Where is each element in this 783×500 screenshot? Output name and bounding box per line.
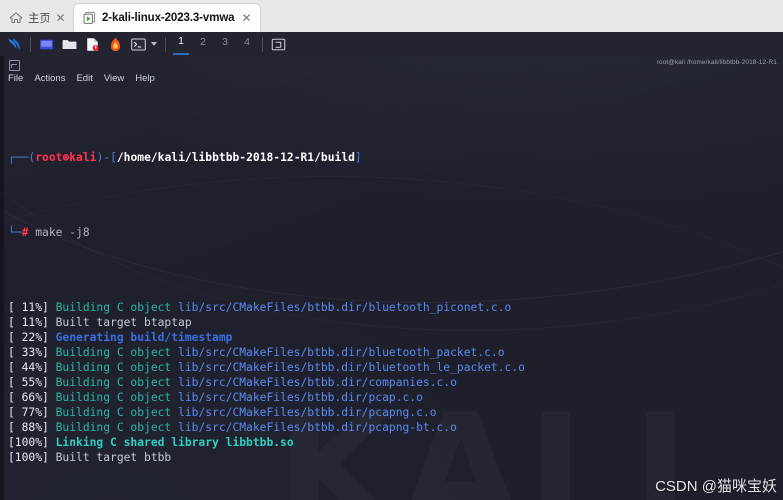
screen-tab-2[interactable]: 2 [195, 34, 211, 54]
prompt-host: kali [69, 151, 97, 164]
build-target-path: lib/src/CMakeFiles/btbb.dir/pcapng-bt.c.… [178, 421, 457, 434]
build-progress-percent: [ 55%] [8, 376, 56, 389]
terminal-build-line: [ 11%] Building C object lib/src/CMakeFi… [4, 300, 783, 315]
home-icon [10, 12, 22, 23]
terminal-build-line: [ 88%] Building C object lib/src/CMakeFi… [4, 420, 783, 435]
terminal-build-line: [100%] Built target btbb [4, 450, 783, 465]
build-target-path: lib/src/CMakeFiles/btbb.dir/pcapng.c.o [178, 406, 437, 419]
build-progress-percent: [100%] [8, 451, 56, 464]
console-icon[interactable] [130, 36, 147, 53]
caret-down-icon[interactable] [151, 42, 157, 46]
build-target-path: lib/src/CMakeFiles/btbb.dir/pcap.c.o [178, 391, 423, 404]
screen-tab-1[interactable]: 1 [173, 33, 189, 55]
terminal-build-line: [ 33%] Building C object lib/src/CMakeFi… [4, 345, 783, 360]
build-action-text: Building C object [55, 421, 179, 434]
tab-strip: 主页 ✕ 2-kali-linux-2023.3-vmwar... ✕ [0, 0, 783, 32]
menu-item-edit[interactable]: Edit [76, 73, 92, 84]
vm-play-icon [83, 11, 96, 24]
build-progress-percent: [ 88%] [8, 421, 56, 434]
build-progress-percent: [ 77%] [8, 406, 56, 419]
build-action-text: Linking C shared library libbtbb.so [55, 436, 294, 449]
build-target-path: lib/src/CMakeFiles/btbb.dir/companies.c.… [178, 376, 457, 389]
menu-item-actions[interactable]: Actions [34, 73, 65, 84]
screen-tab-3[interactable]: 3 [217, 34, 233, 54]
screen-tab-4[interactable]: 4 [239, 34, 255, 54]
build-progress-percent: [100%] [8, 436, 56, 449]
tab-strip-filler [260, 4, 783, 32]
terminal-build-lines: [ 11%] Building C object lib/src/CMakeFi… [4, 300, 783, 465]
build-action-text: Building C object [55, 301, 179, 314]
tab-vm-close-icon[interactable]: ✕ [240, 12, 253, 25]
suspend-icon[interactable] [38, 36, 55, 53]
snapshot-icon[interactable] [84, 36, 101, 53]
build-target-path: lib/src/CMakeFiles/btbb.dir/bluetooth_le… [178, 361, 525, 374]
terminal-build-line: [ 77%] Building C object lib/src/CMakeFi… [4, 405, 783, 420]
menu-item-view[interactable]: View [104, 73, 124, 84]
vm-guest-screen[interactable]: KALI root@kali /home/kali/libbtbb-2018-1… [0, 56, 783, 500]
build-progress-percent: [ 33%] [8, 346, 56, 359]
build-action-text: Built target btaptap [55, 316, 192, 329]
build-progress-percent: [ 66%] [8, 391, 56, 404]
tab-vm-kali[interactable]: 2-kali-linux-2023.3-vmwar... ✕ [74, 4, 260, 32]
terminal-menubar: File Actions Edit View Help [0, 70, 783, 86]
terminal-command: make -j8 [35, 226, 90, 239]
prompt-user: root [35, 151, 63, 164]
build-action-text: Building C object [55, 376, 179, 389]
vmware-workstation-window: 主页 ✕ 2-kali-linux-2023.3-vmwar... ✕ 1 2 … [0, 0, 783, 500]
prompt-sep2: ] [354, 151, 362, 164]
prompt-corner-2: └─ [8, 226, 22, 239]
folder-icon[interactable] [61, 36, 78, 53]
terminal-build-line: [ 22%] Generating build/timestamp [4, 330, 783, 345]
build-action-text: Building C object [55, 346, 179, 359]
terminal-build-line: [100%] Linking C shared library libbtbb.… [4, 435, 783, 450]
toolbar-divider-2 [165, 36, 166, 52]
menu-item-file[interactable]: File [8, 73, 23, 84]
prompt-corner: ┌──( [8, 151, 36, 164]
tab-home-close-icon[interactable]: ✕ [54, 12, 67, 25]
fullscreen-icon[interactable] [270, 36, 287, 53]
prompt-sep: )-[ [96, 151, 117, 164]
build-progress-percent: [ 11%] [8, 301, 56, 314]
tab-home[interactable]: 主页 ✕ [0, 4, 74, 32]
build-progress-percent: [ 22%] [8, 331, 56, 344]
build-action-text: Generating build/timestamp [55, 331, 233, 344]
tab-home-label: 主页 [28, 13, 49, 25]
terminal-prompt-line: ┌──(root⊛kali)-[/home/kali/libbtbb-2018-… [4, 150, 783, 165]
terminal-output[interactable]: ┌──(root⊛kali)-[/home/kali/libbtbb-2018-… [4, 90, 783, 500]
build-target-path: lib/src/CMakeFiles/btbb.dir/bluetooth_pa… [178, 346, 505, 359]
tab-vm-label: 2-kali-linux-2023.3-vmwar... [102, 12, 235, 24]
build-action-text: Building C object [55, 361, 179, 374]
terminal-build-line: [ 44%] Building C object lib/src/CMakeFi… [4, 360, 783, 375]
build-target-path: lib/src/CMakeFiles/btbb.dir/bluetooth_pi… [178, 301, 512, 314]
terminal-build-line: [ 55%] Building C object lib/src/CMakeFi… [4, 375, 783, 390]
terminal-build-line: [ 11%] Built target btaptap [4, 315, 783, 330]
toolbar-divider-3 [262, 36, 263, 52]
terminal-build-line: [ 66%] Building C object lib/src/CMakeFi… [4, 390, 783, 405]
fire-icon[interactable] [107, 36, 124, 53]
toolbar-divider [30, 36, 31, 52]
build-action-text: Built target btbb [55, 451, 172, 464]
terminal-window-title: root@kali /home/kali/libbtbb-2018-12-R1 [656, 59, 777, 66]
terminal-command-line: └─# make -j8 [4, 225, 783, 240]
vmware-toolbar: 1 2 3 4 [0, 32, 783, 56]
build-progress-percent: [ 11%] [8, 316, 56, 329]
build-progress-percent: [ 44%] [8, 361, 56, 374]
prompt-path: /home/kali/libbtbb-2018-12-R1/build [116, 151, 355, 164]
vmware-logo-icon[interactable] [6, 36, 23, 53]
build-action-text: Building C object [55, 391, 179, 404]
menu-item-help[interactable]: Help [135, 73, 155, 84]
build-action-text: Building C object [55, 406, 179, 419]
